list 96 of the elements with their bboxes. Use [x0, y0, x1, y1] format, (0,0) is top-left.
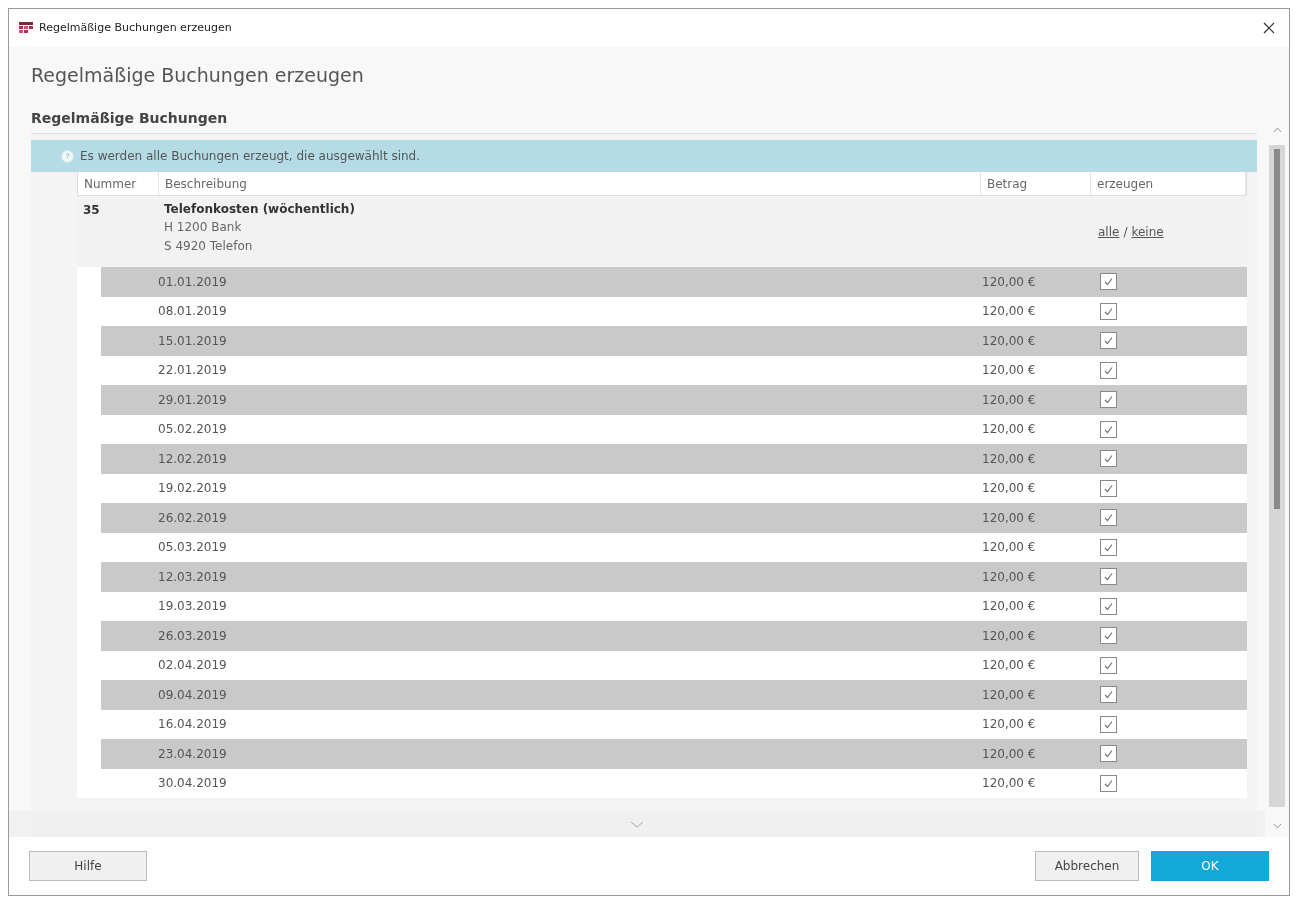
date-cell-text: 26.03.2019	[158, 627, 228, 645]
date-cell-text: 15.01.2019	[158, 332, 228, 350]
checkbox[interactable]	[1100, 627, 1117, 645]
amount-cell-text: 120,00 €	[982, 509, 1037, 527]
date-cell-text: 12.02.2019	[158, 450, 228, 468]
check-icon	[1103, 689, 1114, 701]
checkbox[interactable]	[1100, 479, 1117, 497]
checkbox[interactable]	[1100, 302, 1117, 320]
amount-cell-text: 120,00 €	[982, 421, 1037, 439]
check-icon	[1103, 364, 1114, 376]
amount-cell-text: 120,00 €	[982, 745, 1037, 763]
checkbox[interactable]	[1100, 509, 1117, 527]
date-cell-text: 22.01.2019	[158, 362, 228, 380]
scrollbar-thumb[interactable]	[1274, 149, 1280, 509]
check-icon	[1103, 453, 1114, 465]
group-number: 35	[82, 202, 101, 219]
column-header: Beschreibung	[159, 172, 981, 195]
checkbox[interactable]	[1100, 538, 1117, 556]
checkbox[interactable]	[1100, 715, 1117, 733]
check-icon	[1103, 777, 1114, 789]
check-icon	[1103, 276, 1114, 288]
select-all-link[interactable]: alle	[1098, 222, 1120, 241]
cancel-button[interactable]: Abbrechen	[1035, 851, 1139, 881]
window-title: Regelmäßige Buchungen erzeugen	[39, 19, 232, 36]
chevron-down-icon[interactable]	[1272, 823, 1282, 829]
amount-cell-text: 120,00 €	[982, 332, 1037, 350]
date-cell-text: 19.03.2019	[158, 598, 228, 616]
check-icon	[1103, 659, 1114, 671]
date-cell-text: 19.02.2019	[158, 480, 228, 498]
section-title: Regelmäßige Buchungen	[31, 108, 228, 128]
check-icon	[1103, 571, 1114, 583]
link-separator: /	[1123, 223, 1128, 241]
close-icon[interactable]	[1263, 22, 1275, 34]
checkbox[interactable]	[1100, 273, 1117, 291]
check-icon	[1103, 512, 1114, 524]
checkbox[interactable]	[1100, 686, 1117, 704]
checkbox[interactable]	[1100, 450, 1117, 468]
amount-cell-text: 120,00 €	[982, 716, 1037, 734]
amount-cell-text: 120,00 €	[982, 450, 1037, 468]
check-icon	[1103, 541, 1114, 553]
checkbox[interactable]	[1100, 361, 1117, 379]
group-title: Telefonkosten (wöchentlich)	[164, 201, 356, 218]
check-icon	[1103, 482, 1114, 494]
checkbox[interactable]	[1100, 332, 1117, 350]
date-cell-text: 30.04.2019	[158, 775, 228, 793]
amount-cell-text: 120,00 €	[982, 627, 1037, 645]
dialog-heading: Regelmäßige Buchungen erzeugen	[31, 62, 364, 88]
checkbox[interactable]	[1100, 656, 1117, 674]
chevron-down-icon	[630, 820, 644, 828]
date-cell-text: 26.02.2019	[158, 509, 228, 527]
info-icon	[61, 149, 74, 163]
date-cell-text: 23.04.2019	[158, 745, 228, 763]
check-icon	[1103, 305, 1114, 317]
column-header: erzeugen	[1091, 172, 1246, 195]
account-line: H 1200 Bank	[164, 219, 243, 236]
help-button[interactable]: Hilfe	[29, 851, 147, 881]
check-icon	[1103, 630, 1114, 642]
amount-cell-text: 120,00 €	[982, 391, 1037, 409]
date-cell-text: 05.02.2019	[158, 421, 228, 439]
date-cell-text: 29.01.2019	[158, 391, 228, 409]
checkbox[interactable]	[1100, 420, 1117, 438]
amount-cell-text: 120,00 €	[982, 362, 1037, 380]
amount-cell-text: 120,00 €	[982, 657, 1037, 675]
select-none-link[interactable]: keine	[1131, 222, 1164, 241]
checkbox[interactable]	[1100, 774, 1117, 792]
amount-cell-text: 120,00 €	[982, 539, 1037, 557]
check-icon	[1103, 718, 1114, 730]
checkbox[interactable]	[1100, 597, 1117, 615]
account-line: S 4920 Telefon	[164, 238, 254, 255]
amount-cell-text: 120,00 €	[982, 273, 1037, 291]
column-header: Nummer	[78, 172, 159, 195]
date-cell-text: 16.04.2019	[158, 716, 228, 734]
check-icon	[1103, 394, 1114, 406]
date-cell-text: 05.03.2019	[158, 539, 228, 557]
amount-cell-text: 120,00 €	[982, 480, 1037, 498]
amount-cell-text: 120,00 €	[982, 775, 1037, 793]
amount-cell-text: 120,00 €	[982, 303, 1037, 321]
date-cell-text: 01.01.2019	[158, 273, 228, 291]
date-cell-text: 08.01.2019	[158, 303, 228, 321]
date-cell-text: 12.03.2019	[158, 568, 228, 586]
check-icon	[1103, 600, 1114, 612]
chevron-up-icon[interactable]	[1272, 127, 1282, 133]
check-icon	[1103, 335, 1114, 347]
app-icon	[19, 22, 33, 34]
amount-cell-text: 120,00 €	[982, 568, 1037, 586]
amount-cell-text: 120,00 €	[982, 686, 1037, 704]
checkbox[interactable]	[1100, 745, 1117, 763]
check-icon	[1103, 423, 1114, 435]
column-header: Betrag	[981, 172, 1091, 195]
check-icon	[1103, 748, 1114, 760]
info-text: Es werden alle Buchungen erzeugt, die ausgewählt sind.	[80, 148, 421, 165]
amount-cell-text: 120,00 €	[982, 598, 1037, 616]
checkbox[interactable]	[1100, 391, 1117, 409]
date-cell-text: 09.04.2019	[158, 686, 228, 704]
date-cell-text: 02.04.2019	[158, 657, 228, 675]
checkbox[interactable]	[1100, 568, 1117, 586]
